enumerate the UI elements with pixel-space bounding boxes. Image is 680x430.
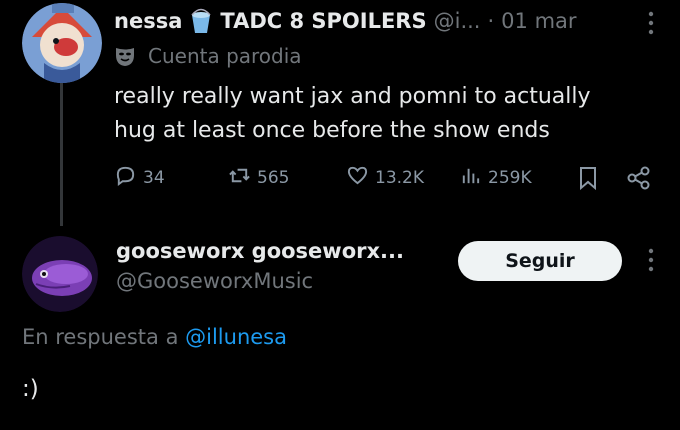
reply-text: :) xyxy=(22,376,39,402)
parody-badge: Cuenta parodia xyxy=(114,42,302,70)
author-name[interactable]: nessa xyxy=(114,9,182,33)
follow-button[interactable]: Seguir xyxy=(458,241,622,281)
mask-icon xyxy=(114,45,136,67)
reply-context-mention[interactable]: @illunesa xyxy=(185,325,287,349)
like-icon xyxy=(346,164,369,192)
reply-context-prefix: En respuesta a xyxy=(22,325,179,349)
views-action[interactable]: 259K xyxy=(459,164,532,192)
reply-action[interactable]: 34 xyxy=(114,164,165,192)
author-name-2[interactable]: TADC 8 SPOILERS xyxy=(220,9,426,33)
more-icon[interactable] xyxy=(644,10,658,36)
tweet-text: really really want jax and pomni to actu… xyxy=(114,80,674,148)
avatar-gooseworx[interactable] xyxy=(22,236,98,312)
more-icon[interactable] xyxy=(644,247,658,273)
reply-author-handle[interactable]: @GooseworxMusic xyxy=(116,266,313,296)
repost-icon xyxy=(228,164,251,192)
tweet-header: nessa TADC 8 SPOILERS @i... · 01 mar xyxy=(114,4,577,38)
separator-dot: · xyxy=(487,9,495,33)
tweet-date[interactable]: 01 mar xyxy=(501,9,576,33)
repost-action[interactable]: 565 xyxy=(228,164,289,192)
like-action[interactable]: 13.2K xyxy=(346,164,424,192)
bucket-icon xyxy=(189,8,213,34)
reply-author-name[interactable]: gooseworx gooseworx... xyxy=(116,235,404,267)
views-icon xyxy=(459,164,482,192)
tweet-text-line-2: hug at least once before the show ends xyxy=(114,118,550,143)
reply-icon xyxy=(114,164,137,192)
thread-line xyxy=(60,80,63,226)
follow-button-label: Seguir xyxy=(505,250,575,272)
bookmark-icon[interactable] xyxy=(576,165,600,191)
reply-count: 34 xyxy=(143,168,165,188)
tweet-text-line-1: really really want jax and pomni to actu… xyxy=(114,84,591,109)
author-handle[interactable]: @i... xyxy=(434,9,481,33)
share-icon[interactable] xyxy=(626,165,652,191)
avatar-nessa[interactable] xyxy=(22,3,102,83)
repost-count: 565 xyxy=(257,168,290,188)
views-count: 259K xyxy=(488,168,532,188)
parody-label: Cuenta parodia xyxy=(148,44,302,68)
like-count: 13.2K xyxy=(375,168,424,188)
reply-context: En respuesta a @illunesa xyxy=(22,321,287,353)
